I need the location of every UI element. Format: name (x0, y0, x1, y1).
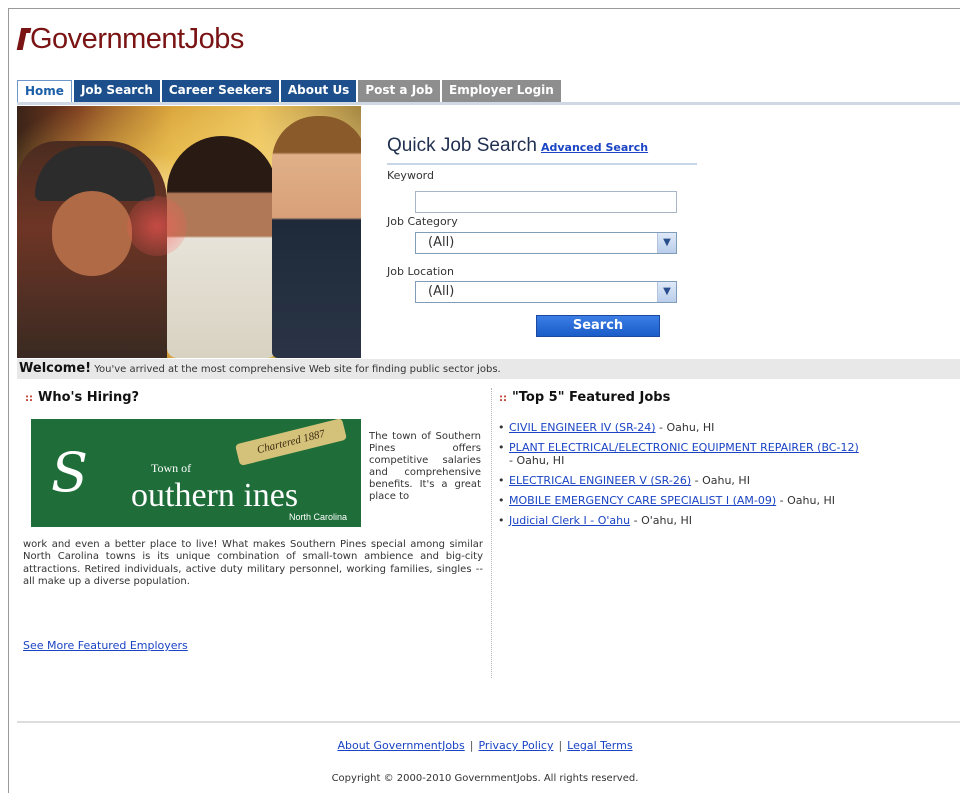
chevron-down-icon[interactable]: ▼ (657, 233, 676, 253)
footer-divider (17, 721, 960, 723)
welcome-heading: Welcome! (19, 361, 92, 376)
chevron-down-icon[interactable]: ▼ (657, 282, 676, 302)
tab-job-search[interactable]: Job Search (73, 80, 160, 102)
keyword-input[interactable] (415, 191, 677, 213)
main-nav: Home Job Search Career Seekers About Us … (17, 80, 561, 102)
footer-separator: | (469, 739, 474, 752)
advanced-search-link[interactable]: Advanced Search (541, 141, 648, 154)
welcome-bar: Welcome! You've arrived at the most comp… (17, 359, 960, 379)
tab-career-seekers[interactable]: Career Seekers (161, 80, 279, 102)
featured-jobs-heading: :: "Top 5" Featured Jobs (499, 390, 671, 405)
logo-text: GovernmentJobs (30, 23, 244, 55)
privacy-policy-link[interactable]: Privacy Policy (478, 739, 553, 752)
job-category-value: (All) (428, 235, 455, 250)
job-link[interactable]: CIVIL ENGINEER IV (SR-24) (509, 421, 656, 434)
job-location: - O'ahu, HI (633, 514, 692, 527)
southern-pines-logo[interactable]: Chartered 1887 S Town of outhern ines No… (31, 419, 361, 527)
list-item: MOBILE EMERGENCY CARE SPECIALIST I (AM-0… (497, 494, 960, 507)
section-bullet-icon: :: (25, 393, 33, 404)
nav-underline (17, 102, 960, 105)
job-category-label: Job Category (387, 215, 458, 228)
job-location: - Oahu, HI (659, 421, 715, 434)
hero-image (17, 106, 361, 358)
divider (387, 163, 697, 165)
tab-employer-login[interactable]: Employer Login (442, 80, 561, 102)
welcome-text: You've arrived at the most comprehensive… (94, 364, 501, 375)
job-link[interactable]: Judicial Clerk I - O'ahu (509, 514, 630, 527)
search-button[interactable]: Search (536, 315, 660, 337)
keyword-label: Keyword (387, 169, 434, 182)
featured-jobs-list: CIVIL ENGINEER IV (SR-24) - Oahu, HI PLA… (497, 421, 960, 534)
employer-description: work and even a better place to live! Wh… (23, 539, 483, 588)
footer-links: About GovernmentJobs | Privacy Policy | Lega… (9, 739, 960, 752)
footer-separator: | (558, 739, 563, 752)
list-item: PLANT ELECTRICAL/ELECTRONIC EQUIPMENT RE… (497, 441, 960, 467)
logo-banner: Chartered 1887 (234, 419, 348, 466)
job-location-label: Job Location (387, 265, 454, 278)
tab-post-a-job[interactable]: Post a Job (358, 80, 440, 102)
job-location-value: (All) (428, 284, 455, 299)
job-link[interactable]: MOBILE EMERGENCY CARE SPECIALIST I (AM-0… (509, 494, 776, 507)
list-item: ELECTRICAL ENGINEER V (SR-26) - Oahu, HI (497, 474, 960, 487)
logo-script-letter: S (51, 441, 88, 504)
logo-state: North Carolina (289, 512, 348, 522)
section-bullet-icon: :: (499, 393, 507, 404)
copyright-text: Copyright © 2000-2010 GovernmentJobs. Al… (331, 773, 639, 784)
job-location: - Oahu, HI (509, 454, 565, 467)
quick-search-header: Quick Job Search Advanced Search (387, 135, 697, 157)
logo-town-of: Town of (151, 461, 192, 475)
job-location-select[interactable]: (All) ▼ (415, 281, 677, 303)
quick-search-title: Quick Job Search (387, 135, 537, 156)
page-frame: GovernmentJobs Home Job Search Career Se… (8, 8, 960, 793)
whos-hiring-heading: :: Who's Hiring? (25, 390, 140, 405)
logo-town-name: outhern ines (131, 477, 299, 514)
tab-about-us[interactable]: About Us (280, 80, 357, 102)
tab-home[interactable]: Home (17, 80, 72, 102)
legal-terms-link[interactable]: Legal Terms (567, 739, 632, 752)
about-link[interactable]: About GovernmentJobs (337, 739, 464, 752)
job-category-select[interactable]: (All) ▼ (415, 232, 677, 254)
job-link[interactable]: ELECTRICAL ENGINEER V (SR-26) (509, 474, 691, 487)
see-more-employers-link[interactable]: See More Featured Employers (23, 639, 188, 652)
job-location: - Oahu, HI (779, 494, 835, 507)
site-logo[interactable]: GovernmentJobs (16, 23, 244, 56)
job-link[interactable]: PLANT ELECTRICAL/ELECTRONIC EQUIPMENT RE… (509, 441, 859, 454)
list-item: CIVIL ENGINEER IV (SR-24) - Oahu, HI (497, 421, 960, 434)
logo-mark-icon (16, 28, 28, 50)
job-location: - Oahu, HI (694, 474, 750, 487)
column-divider (491, 388, 492, 678)
employer-description-side: The town of Southern Pines offers compet… (369, 431, 481, 502)
list-item: Judicial Clerk I - O'ahu - O'ahu, HI (497, 514, 960, 527)
